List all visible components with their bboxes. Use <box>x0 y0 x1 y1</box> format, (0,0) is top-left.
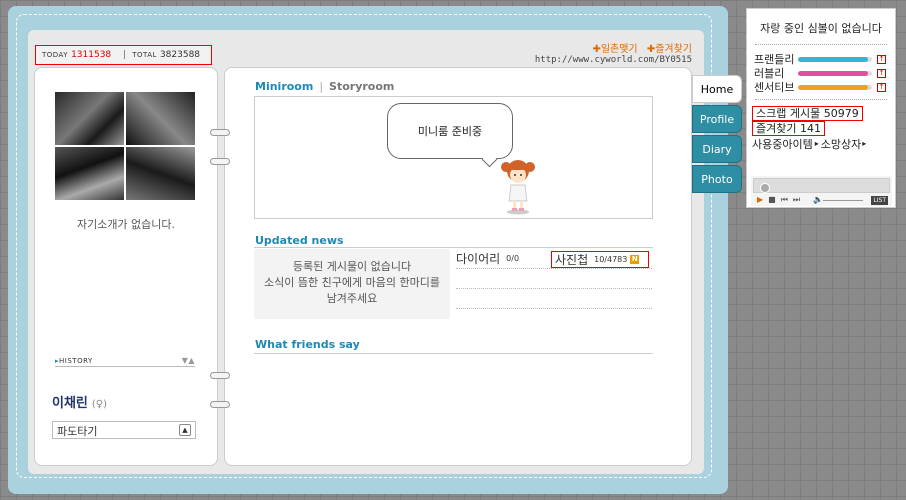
diary-news-link[interactable]: 다이어리 <box>456 250 500 267</box>
up-arrow-icon[interactable]: ↑ <box>877 54 886 64</box>
owner-name-text: 이채린 <box>52 396 88 411</box>
photo-tile <box>126 92 195 145</box>
wave-select[interactable]: 파도타기 ▲ <box>52 421 196 439</box>
news-row: 다이어리 0/0 사진첩 10/4783 N <box>456 249 652 269</box>
triangle-icon: ▸ <box>814 139 819 148</box>
miniroom-tabs: Miniroom | Storyroom <box>255 80 394 93</box>
meter-bar <box>798 56 872 62</box>
dotted-divider <box>755 44 887 45</box>
scrap-link[interactable]: 스크랩 게시물 50979 <box>752 106 863 121</box>
binder-ring <box>210 129 230 136</box>
cd-icon <box>760 183 770 193</box>
photo-tile <box>126 147 195 200</box>
mood-meter-row: 센서티브 ↑ <box>747 80 895 94</box>
chevron-up-icon[interactable]: ▲ <box>179 424 191 436</box>
tab-diary[interactable]: Diary <box>692 135 742 163</box>
history-dropdown[interactable]: ▸HISTORY ▼▲ <box>55 355 195 367</box>
items-row: 사용중아이템 ▸ 소망상자 ▸ <box>747 136 895 151</box>
player-display <box>753 178 890 193</box>
volume-icon: 🔈 <box>813 195 824 204</box>
tab-divider: | <box>319 80 324 93</box>
meter-fill <box>798 56 869 62</box>
meter-bar <box>798 70 872 76</box>
favorite-count-link[interactable]: 즐겨찾기 141 <box>752 121 825 136</box>
gender-icon: (♀) <box>91 399 108 410</box>
counter-separator: | <box>123 50 127 60</box>
dotted-divider <box>755 99 887 100</box>
tab-photo[interactable]: Photo <box>692 165 742 193</box>
tab-home[interactable]: Home <box>692 75 742 103</box>
add-ilchon-link[interactable]: ✚일촌맺기 <box>592 44 637 55</box>
expand-arrows-icon[interactable]: ▼▲ <box>182 356 195 365</box>
meter-fill <box>798 70 869 76</box>
add-favorite-link[interactable]: ✚즐겨찾기 <box>647 44 692 55</box>
stop-icon[interactable]: ■ <box>768 195 776 205</box>
profile-photo[interactable] <box>55 92 195 200</box>
play-icon[interactable]: ▶ <box>757 195 763 205</box>
news-row <box>456 269 652 289</box>
wave-select-value: 파도타기 <box>57 425 98 438</box>
total-count: 3823588 <box>159 50 201 60</box>
bubble-text: 미니룸 준비중 <box>417 125 483 138</box>
meter-label: 센서티브 <box>754 81 795 94</box>
binder-ring <box>210 401 230 408</box>
no-posts-line: 등록된 게시물이 없습니다 <box>292 260 412 273</box>
history-label: ▸HISTORY <box>55 357 93 365</box>
speech-bubble: 미니룸 준비중 <box>387 103 513 159</box>
miniroom-area: 미니룸 준비중 <box>254 96 653 219</box>
photo-count: 10/4783 <box>594 255 628 264</box>
wish-box-link[interactable]: 소망상자 <box>821 136 861 152</box>
meter-bar <box>798 84 872 90</box>
tab-miniroom[interactable]: Miniroom <box>255 80 313 93</box>
player-controls: ▶ ■ ⏮ ⏭ 🔈 <box>757 195 823 205</box>
symbol-title: 자랑 중인 심볼이 없습니다 <box>760 22 882 35</box>
music-player: ▶ ■ ⏮ ⏭ 🔈 LIST <box>751 176 892 206</box>
news-divider <box>254 247 653 248</box>
photo-news-link[interactable]: 사진첩 10/4783 N <box>551 251 649 268</box>
up-arrow-icon[interactable]: ↑ <box>877 82 886 92</box>
up-arrow-icon[interactable]: ↑ <box>877 68 886 78</box>
tab-storyroom[interactable]: Storyroom <box>329 80 394 93</box>
next-icon[interactable]: ⏭ <box>793 195 800 205</box>
photo-tile <box>55 147 124 200</box>
homepage-url[interactable]: http://www.cyworld.com/BY0515 <box>520 55 692 65</box>
items-in-use-link[interactable]: 사용중아이템 <box>752 136 813 152</box>
scrap-row: 스크랩 게시물 50979 <box>747 106 895 121</box>
tab-profile[interactable]: Profile <box>692 105 742 133</box>
friends-divider <box>254 353 653 354</box>
diary-count: 0/0 <box>506 254 520 263</box>
meter-fill <box>798 84 869 90</box>
binder-ring <box>210 372 230 379</box>
today-count: 1311538 <box>71 50 112 60</box>
no-posts-line: 소식이 뜸한 친구에게 마음의 한마디를 <box>264 276 440 289</box>
self-intro: 자기소개가 없습니다. <box>76 218 176 231</box>
history-text: HISTORY <box>59 356 93 365</box>
friends-say-title: What friends say <box>255 338 360 351</box>
volume-slider[interactable] <box>823 200 863 201</box>
owner-name: 이채린 (♀) <box>52 392 107 411</box>
today-label: TODAY <box>42 51 69 59</box>
visitor-counter: TODAY 1311538 | TOTAL 3823588 <box>35 45 212 65</box>
binder-ring <box>210 158 230 165</box>
no-posts-line: 남겨주세요 <box>326 292 378 305</box>
updated-news-title: Updated news <box>255 234 344 247</box>
side-panel: 자랑 중인 심볼이 없습니다 프랜들리 ↑ 러블리 ↑ 센서티브 ↑ 스크랩 게시물 50… <box>746 8 896 208</box>
total-label: TOTAL <box>132 51 157 59</box>
no-posts-message: 등록된 게시물이 없습니다 소식이 뜸한 친구에게 마음의 한마디를 남겨주세요 <box>254 249 450 319</box>
news-row <box>456 289 652 309</box>
playlist-button[interactable]: LIST <box>871 196 888 205</box>
mood-meters: 프랜들리 ↑ 러블리 ↑ 센서티브 ↑ <box>747 52 895 94</box>
photo-label: 사진첩 <box>555 253 589 267</box>
mood-meter-row: 프랜들리 ↑ <box>747 52 895 66</box>
mood-meter-row: 러블리 ↑ <box>747 66 895 80</box>
news-counts: 다이어리 0/0 사진첩 10/4783 N <box>456 249 652 309</box>
photo-tile <box>55 92 124 145</box>
minimi-avatar-icon[interactable] <box>500 155 536 215</box>
triangle-icon: ▸ <box>862 139 867 148</box>
favorite-row: 즐겨찾기 141 <box>747 121 895 136</box>
new-badge-icon: N <box>630 255 640 264</box>
prev-icon[interactable]: ⏮ <box>781 195 788 205</box>
top-links: ✚일촌맺기 ✚즐겨찾기 <box>560 40 692 55</box>
